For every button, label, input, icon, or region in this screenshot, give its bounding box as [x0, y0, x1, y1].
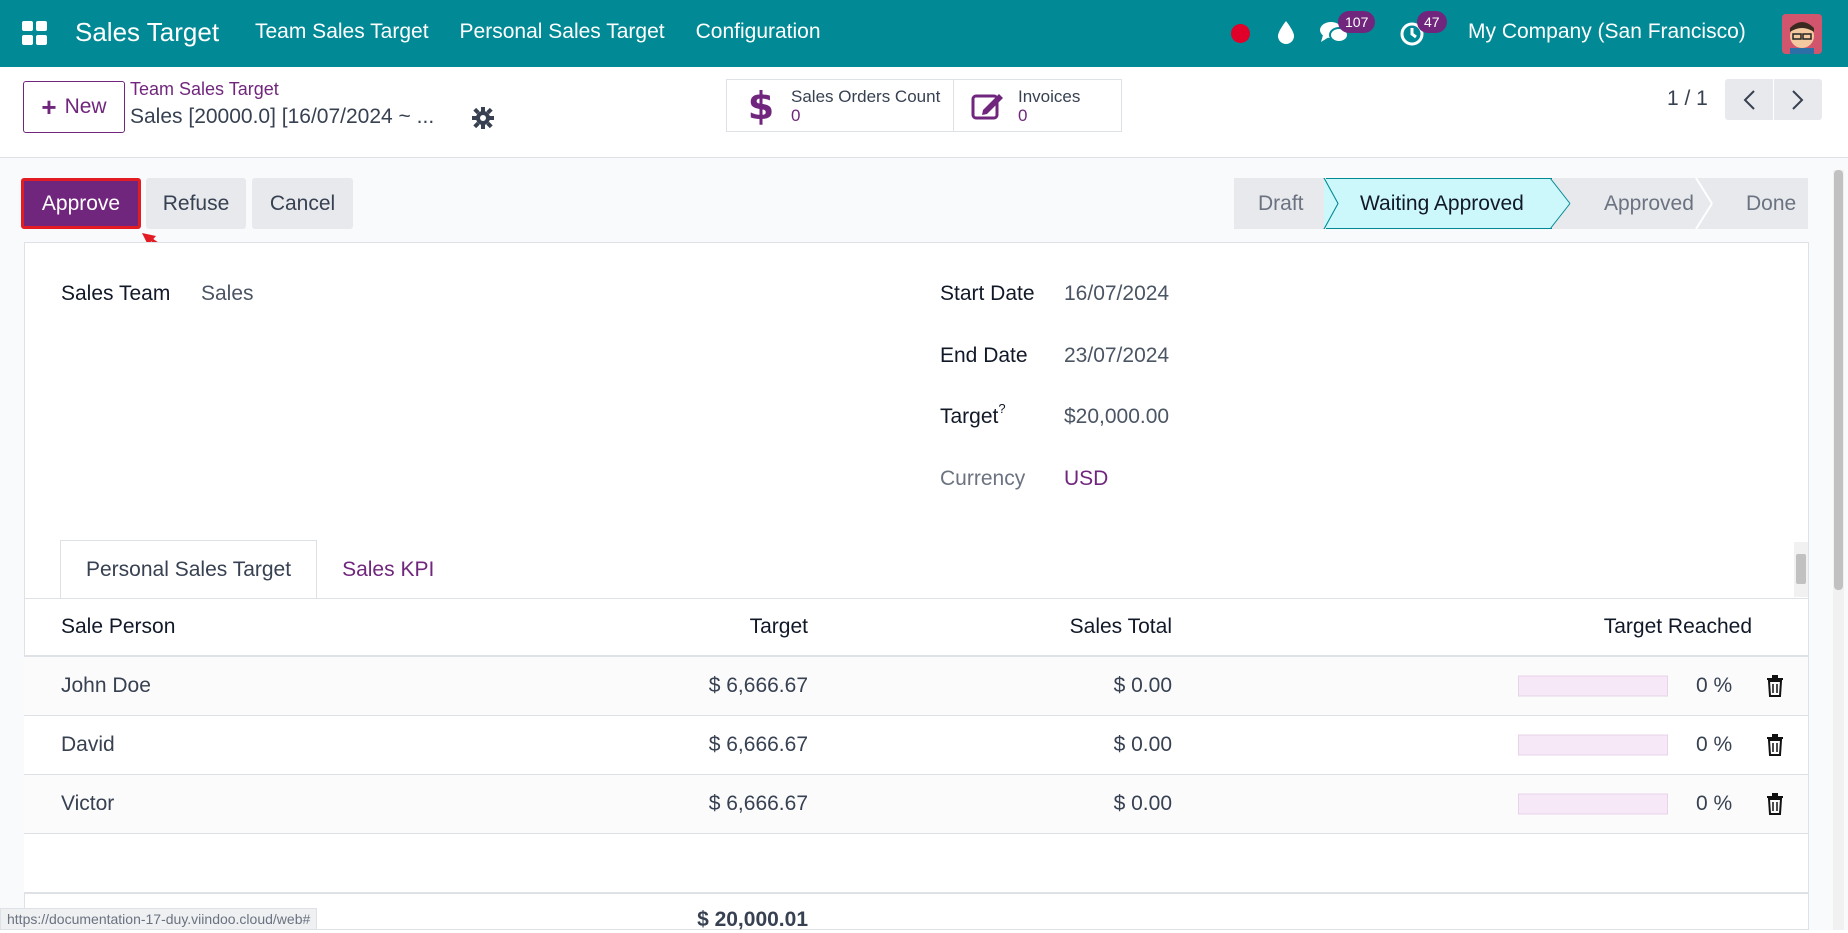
messages-count-badge: 107 — [1338, 11, 1376, 33]
apps-menu-icon[interactable] — [22, 21, 48, 45]
target-label-text: Target — [940, 405, 999, 428]
tab-personal-sales-target[interactable]: Personal Sales Target — [60, 540, 318, 599]
breadcrumb-current: Sales [20000.0] [16/07/2024 ~ ... — [130, 105, 435, 128]
approve-button[interactable]: Approve — [21, 178, 141, 229]
company-switcher[interactable]: My Company (San Francisco) — [1468, 20, 1746, 44]
cancel-button[interactable]: Cancel — [252, 178, 353, 229]
app-brand[interactable]: Sales Target — [75, 17, 219, 48]
personal-target-table: Sale Person Target Sales Total Target Re… — [24, 599, 1808, 933]
target-reached-progress — [1518, 675, 1668, 697]
control-panel: + New Team Sales Target Sales [20000.0] … — [0, 67, 1848, 158]
trash-icon[interactable] — [1765, 793, 1785, 815]
menu-personal-sales-target[interactable]: Personal Sales Target — [460, 20, 665, 44]
row-target: $ 6,666.67 — [708, 733, 808, 756]
pager-value[interactable]: 1 / 1 — [1667, 87, 1708, 111]
invoices-label: Invoices — [1018, 86, 1081, 106]
row-target: $ 6,666.67 — [708, 674, 808, 697]
menu-configuration[interactable]: Configuration — [696, 20, 821, 44]
row-sales-total: $ 0.00 — [1113, 733, 1172, 756]
edit-document-icon — [968, 86, 1008, 126]
target-value[interactable]: $20,000.00 — [1064, 405, 1169, 429]
table-row[interactable]: John Doe $ 6,666.67 $ 0.00 0 % — [24, 657, 1808, 716]
dollar-icon: $ — [747, 83, 775, 128]
tab-scrollbar-thumb[interactable] — [1796, 554, 1806, 584]
breadcrumb-parent[interactable]: Team Sales Target — [130, 79, 279, 100]
currency-value[interactable]: USD — [1064, 467, 1108, 491]
notebook-tabs: Personal Sales Target Sales KPI — [60, 540, 459, 599]
row-sale-person: David — [61, 733, 115, 756]
refuse-button[interactable]: Refuse — [146, 178, 246, 229]
record-indicator-icon[interactable] — [1231, 24, 1250, 43]
start-date-value[interactable]: 16/07/2024 — [1064, 282, 1169, 306]
activities-count-badge: 47 — [1417, 11, 1447, 33]
header-sale-person[interactable]: Sale Person — [61, 615, 175, 639]
row-sales-total: $ 0.00 — [1113, 674, 1172, 697]
start-date-label: Start Date — [940, 282, 1035, 305]
gear-icon[interactable] — [472, 107, 494, 129]
pager-next-button[interactable] — [1774, 79, 1822, 120]
invoices-value: 0 — [1018, 105, 1028, 125]
header-target-reached[interactable]: Target Reached — [1604, 615, 1752, 639]
row-target-reached: 0 % — [1696, 792, 1733, 815]
sales-team-label: Sales Team — [61, 282, 171, 305]
new-button-label: New — [64, 95, 107, 118]
table-row[interactable]: David $ 6,666.67 $ 0.00 0 % — [24, 716, 1808, 775]
tab-sales-kpi[interactable]: Sales KPI — [317, 540, 459, 599]
row-target-reached: 0 % — [1696, 733, 1733, 756]
new-button[interactable]: + New — [23, 81, 125, 133]
total-target: $ 20,000.01 — [697, 908, 808, 931]
table-header: Sale Person Target Sales Total Target Re… — [24, 599, 1808, 657]
row-target-reached: 0 % — [1696, 674, 1733, 697]
end-date-label: End Date — [940, 344, 1028, 367]
main-menu: Team Sales Target Personal Sales Target … — [255, 20, 852, 44]
tab-scrollbar[interactable] — [1794, 542, 1808, 597]
chevron-right-icon — [1792, 89, 1804, 110]
page-scrollbar-thumb[interactable] — [1834, 170, 1843, 590]
chevron-left-icon — [1743, 89, 1755, 110]
row-sales-total: $ 0.00 — [1113, 792, 1172, 815]
status-url: https://documentation-17-duy.viindoo.clo… — [0, 908, 318, 930]
table-body: John Doe $ 6,666.67 $ 0.00 0 % David $ 6… — [24, 657, 1808, 834]
trash-icon[interactable] — [1765, 675, 1785, 697]
row-sale-person: John Doe — [61, 674, 151, 697]
target-reached-progress — [1518, 734, 1668, 756]
end-date-value[interactable]: 23/07/2024 — [1064, 344, 1169, 368]
currency-label: Currency — [940, 467, 1026, 490]
status-bar-chevrons — [1323, 178, 1713, 229]
user-avatar[interactable] — [1782, 14, 1822, 54]
trash-icon[interactable] — [1765, 734, 1785, 756]
row-target: $ 6,666.67 — [708, 792, 808, 815]
sales-orders-count-value: 0 — [791, 105, 801, 125]
pager-previous-button[interactable] — [1725, 79, 1773, 120]
menu-team-sales-target[interactable]: Team Sales Target — [255, 20, 429, 44]
target-help-tooltip[interactable]: ? — [998, 401, 1005, 416]
header-sales-total[interactable]: Sales Total — [1070, 615, 1172, 639]
sales-team-value[interactable]: Sales — [201, 282, 254, 306]
add-line-row[interactable] — [24, 834, 1808, 893]
target-reached-progress — [1518, 793, 1668, 815]
drop-icon[interactable] — [1275, 19, 1297, 45]
sales-orders-count-button[interactable]: $ Sales Orders Count 0 — [726, 79, 954, 132]
plus-icon: + — [41, 92, 57, 122]
top-navbar: Sales Target Team Sales Target Personal … — [0, 0, 1848, 67]
invoices-button[interactable]: Invoices 0 — [953, 79, 1122, 132]
row-sale-person: Victor — [61, 792, 115, 815]
target-label: Target? — [940, 401, 1006, 429]
table-row[interactable]: Victor $ 6,666.67 $ 0.00 0 % — [24, 775, 1808, 834]
sales-orders-count-label: Sales Orders Count — [791, 86, 941, 106]
header-target[interactable]: Target — [750, 615, 808, 639]
page-scrollbar[interactable] — [1833, 170, 1844, 930]
